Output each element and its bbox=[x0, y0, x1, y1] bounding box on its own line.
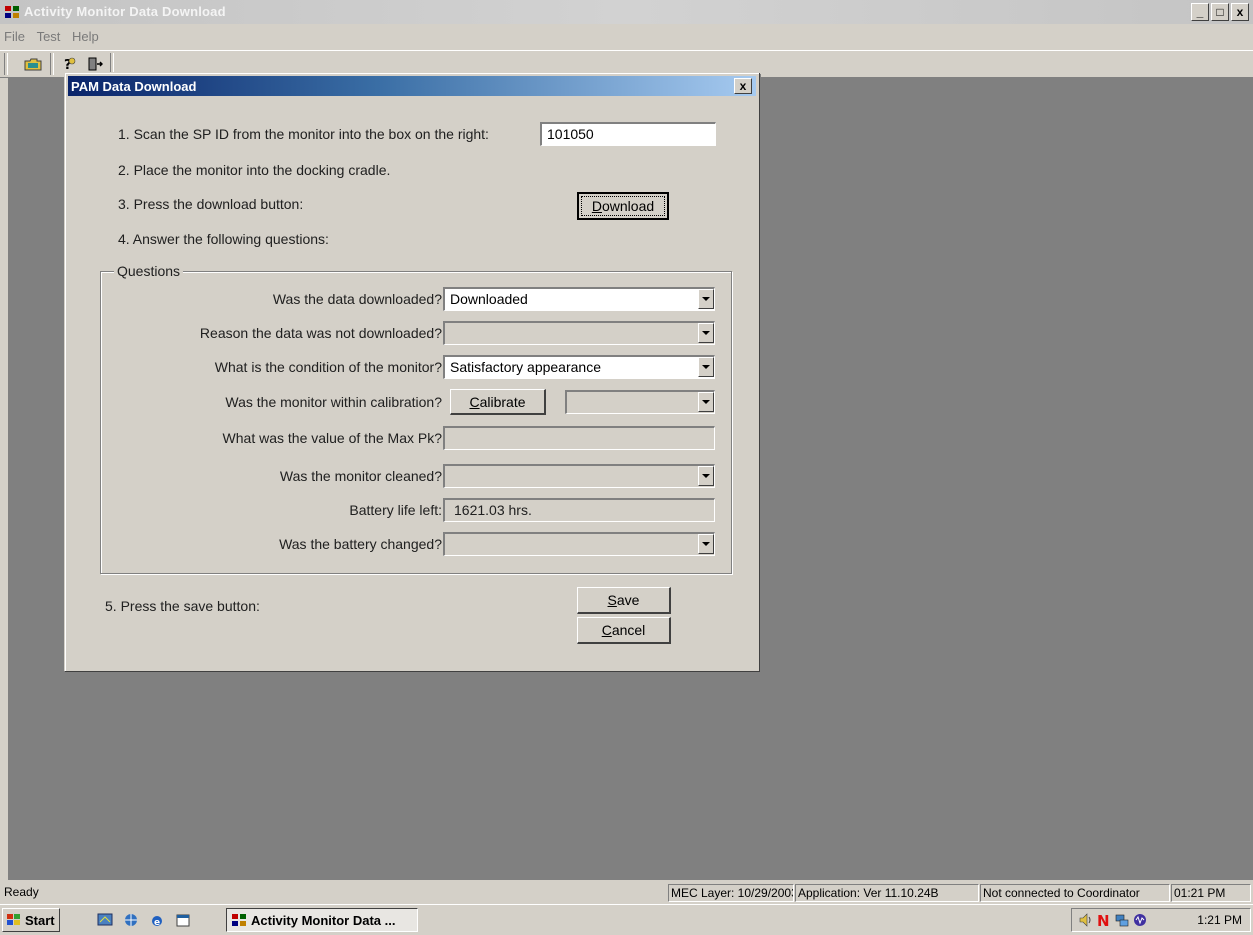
menu-test[interactable]: Test bbox=[33, 26, 65, 44]
dialog-title-bar: PAM Data Download x bbox=[68, 76, 756, 96]
q-condition-label: What is the condition of the monitor? bbox=[214, 359, 442, 375]
step2-label: 2. Place the monitor into the docking cr… bbox=[118, 162, 391, 178]
network-icon[interactable] bbox=[122, 911, 140, 929]
app-icon bbox=[5, 6, 19, 18]
save-button-label: Save bbox=[607, 592, 640, 608]
show-desktop-icon[interactable] bbox=[96, 911, 114, 929]
step1-label: 1. Scan the SP ID from the monitor into … bbox=[118, 126, 489, 142]
chevron-down-icon[interactable] bbox=[698, 534, 714, 554]
start-label: Start bbox=[25, 912, 55, 928]
help-icon[interactable]: ? bbox=[58, 54, 80, 74]
toolbar-grip bbox=[4, 53, 8, 75]
q-cleaned-label: Was the monitor cleaned? bbox=[279, 468, 442, 484]
q-calibration-label: Was the monitor within calibration? bbox=[225, 394, 442, 410]
questions-groupbox bbox=[100, 271, 732, 574]
svg-text:e: e bbox=[154, 918, 160, 928]
calibrate-button[interactable]: Calibrate bbox=[450, 389, 546, 415]
cancel-button-label: Cancel bbox=[601, 622, 646, 638]
q-reason-label: Reason the data was not downloaded? bbox=[199, 325, 442, 341]
maximize-button[interactable]: □ bbox=[1211, 3, 1229, 21]
save-button[interactable]: Save bbox=[577, 587, 671, 614]
q-downloaded-select[interactable]: Downloaded bbox=[443, 287, 715, 311]
windows-logo-icon bbox=[7, 914, 20, 925]
q-reason-select[interactable] bbox=[443, 321, 715, 345]
chevron-down-icon[interactable] bbox=[698, 392, 714, 412]
status-bar: Ready MEC Layer: 10/29/2003 Application:… bbox=[0, 882, 1253, 904]
step4-label: 4. Answer the following questions: bbox=[118, 231, 329, 247]
dialog-title: PAM Data Download bbox=[71, 79, 197, 94]
system-tray: N 1:21 PM bbox=[1071, 908, 1251, 932]
cancel-button[interactable]: Cancel bbox=[577, 617, 671, 644]
q-calibration-select[interactable] bbox=[565, 390, 715, 414]
status-connection: Not connected to Coordinator bbox=[980, 884, 1170, 902]
norton-icon[interactable]: N bbox=[1096, 912, 1112, 928]
step3-label: 3. Press the download button: bbox=[118, 196, 304, 212]
minimize-button[interactable]: _ bbox=[1191, 3, 1209, 21]
status-time: 01:21 PM bbox=[1171, 884, 1251, 902]
download-button[interactable]: Download bbox=[577, 192, 669, 220]
app-title-bar: Activity Monitor Data Download _ □ x bbox=[0, 0, 1253, 24]
q-battery-changed-select[interactable] bbox=[443, 532, 715, 556]
q-battery-changed-label: Was the battery changed? bbox=[279, 536, 442, 552]
network-connection-icon[interactable] bbox=[1114, 912, 1130, 928]
menu-bar: File Test Help bbox=[0, 26, 1253, 48]
q-maxpk-input[interactable] bbox=[443, 426, 715, 450]
start-button[interactable]: Start bbox=[2, 908, 60, 932]
step5-label: 5. Press the save button: bbox=[105, 598, 260, 614]
download-button-label: Download bbox=[591, 198, 655, 214]
taskbar: Start e Activity Monitor Data ... N 1:21… bbox=[0, 904, 1253, 935]
status-mec-layer: MEC Layer: 10/29/2003 bbox=[668, 884, 794, 902]
menu-file[interactable]: File bbox=[0, 26, 29, 44]
taskbar-item-label: Activity Monitor Data ... bbox=[251, 912, 396, 928]
dialog-close-button[interactable]: x bbox=[734, 78, 752, 94]
close-button[interactable]: x bbox=[1231, 3, 1249, 21]
status-text: Ready bbox=[4, 885, 39, 899]
q-condition-select[interactable]: Satisfactory appearance bbox=[443, 355, 715, 379]
exit-door-icon[interactable] bbox=[84, 54, 106, 74]
chevron-down-icon[interactable] bbox=[698, 289, 714, 309]
q-battery-life-label: Battery life left: bbox=[349, 502, 442, 518]
status-application-version: Application: Ver 11.10.24B bbox=[795, 884, 979, 902]
svg-text:N: N bbox=[1097, 912, 1110, 928]
q-cleaned-select[interactable] bbox=[443, 464, 715, 488]
q-maxpk-label: What was the value of the Max Pk? bbox=[222, 430, 442, 446]
toolbar-separator bbox=[50, 53, 54, 75]
battery-life-field: 1621.03 hrs. bbox=[443, 498, 715, 522]
open-folder-icon[interactable] bbox=[22, 54, 44, 74]
taskbar-clock: 1:21 PM bbox=[1197, 913, 1242, 927]
calibrate-button-label: Calibrate bbox=[469, 393, 526, 410]
q-condition-value: Satisfactory appearance bbox=[450, 359, 601, 375]
chevron-down-icon[interactable] bbox=[698, 357, 714, 377]
chevron-down-icon[interactable] bbox=[698, 466, 714, 486]
q-downloaded-value: Downloaded bbox=[450, 291, 528, 307]
app-title: Activity Monitor Data Download bbox=[24, 4, 226, 19]
monitor-status-icon[interactable] bbox=[1132, 912, 1148, 928]
app-icon bbox=[232, 914, 246, 926]
calendar-icon[interactable] bbox=[174, 911, 192, 929]
chevron-down-icon[interactable] bbox=[698, 323, 714, 343]
sp-id-input[interactable]: 101050 bbox=[540, 122, 716, 146]
questions-group-title: Questions bbox=[114, 263, 184, 279]
internet-explorer-icon[interactable]: e bbox=[148, 911, 166, 929]
pam-data-download-dialog: PAM Data Download x 1. Scan the SP ID fr… bbox=[64, 72, 759, 671]
taskbar-item-activity-monitor[interactable]: Activity Monitor Data ... bbox=[226, 908, 418, 932]
volume-icon[interactable] bbox=[1078, 912, 1094, 928]
q-downloaded-label: Was the data downloaded? bbox=[272, 291, 442, 307]
menu-help[interactable]: Help bbox=[68, 26, 103, 44]
